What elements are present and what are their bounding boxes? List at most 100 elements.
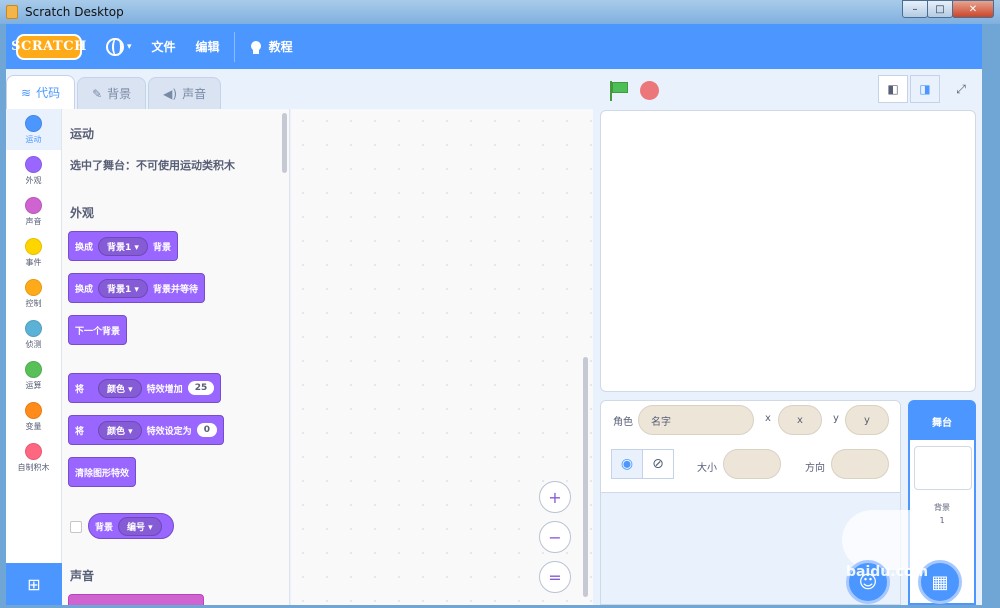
- zoom-in-icon: +: [548, 487, 562, 507]
- tab-sounds-label: 声音: [182, 87, 207, 101]
- backdrop-dropdown[interactable]: 背景1 ▾: [98, 236, 148, 256]
- window-title: Scratch Desktop: [25, 5, 124, 19]
- category-motion[interactable]: 运动: [6, 109, 61, 150]
- block-categories: 运动 外观 声音 事件 控制 侦测 运算 变量 自制积木 ⊞: [6, 109, 62, 605]
- next-backdrop-block[interactable]: 下一个背景: [68, 315, 128, 345]
- show-sprite-button[interactable]: ◉: [611, 449, 643, 479]
- category-label: 运动: [25, 134, 42, 144]
- add-extension-button[interactable]: ⊞: [6, 563, 62, 605]
- direction-input[interactable]: [831, 449, 889, 479]
- effect-dropdown[interactable]: 颜色 ▾: [98, 420, 142, 440]
- tutorials-menu[interactable]: 教程: [239, 24, 303, 69]
- stage-canvas[interactable]: [600, 110, 976, 392]
- backdrop-dropdown[interactable]: 背景1 ▾: [98, 278, 148, 298]
- block-text: 背景: [95, 522, 114, 533]
- zoom-in-button[interactable]: +: [539, 481, 571, 513]
- category-operators[interactable]: 运算: [6, 355, 61, 396]
- set-effect-block[interactable]: 将 颜色 ▾ 特效设定为 0: [68, 415, 224, 445]
- small-stage-button[interactable]: ◧: [878, 75, 908, 103]
- motion-unavailable-note: 选中了舞台：不可使用运动类积木: [70, 159, 235, 172]
- switch-backdrop-and-wait-block[interactable]: 换成 背景1 ▾ 背景并等待: [68, 273, 205, 303]
- menu-divider: [233, 31, 235, 62]
- language-menu[interactable]: ▾: [96, 24, 142, 69]
- category-sensing[interactable]: 侦测: [6, 314, 61, 355]
- change-effect-block[interactable]: 将 颜色 ▾ 特效增加 25: [68, 373, 222, 403]
- stage-thumbnail[interactable]: [914, 446, 972, 490]
- block-text: 背景并等待: [152, 284, 198, 295]
- hide-sprite-button[interactable]: ⊘: [642, 449, 674, 479]
- extension-icon: ⊞: [27, 574, 41, 594]
- category-label: 事件: [25, 257, 42, 267]
- sound-section-title: 声音: [70, 569, 95, 583]
- minimize-button[interactable]: –: [902, 0, 928, 18]
- category-variables[interactable]: 变量: [6, 396, 61, 437]
- category-dot: [25, 278, 42, 296]
- x-label: x: [765, 413, 771, 424]
- window-titlebar: Scratch Desktop – □ ✕: [0, 0, 1000, 24]
- workspace-scrollbar[interactable]: [583, 357, 588, 597]
- category-control[interactable]: 控制: [6, 273, 61, 314]
- backdrop-number-checkbox[interactable]: [70, 521, 82, 533]
- effect-dropdown[interactable]: 颜色 ▾: [98, 378, 142, 398]
- zoom-out-button[interactable]: −: [539, 521, 571, 553]
- globe-icon: [106, 37, 124, 56]
- green-flag-button[interactable]: [608, 81, 630, 101]
- edit-menu[interactable]: 编辑: [186, 24, 230, 69]
- effect-amount-input[interactable]: 25: [187, 381, 215, 395]
- block-text: 背景: [152, 242, 171, 253]
- script-workspace[interactable]: + − =: [291, 109, 593, 605]
- backdrop-number-reporter[interactable]: 背景 编号 ▾: [88, 513, 174, 539]
- palette-scrollbar[interactable]: [282, 113, 287, 173]
- block-text: 清除图形特效: [75, 468, 130, 479]
- category-sound[interactable]: 声音: [6, 191, 61, 232]
- category-label: 外观: [25, 175, 42, 185]
- tab-backdrops-label: 背景: [107, 87, 132, 101]
- close-button[interactable]: ✕: [952, 0, 994, 18]
- sprite-info: 角色 名字 x x y y ◉ ⊘ 大小 方向: [601, 401, 900, 493]
- large-stage-button[interactable]: ◨: [910, 75, 940, 103]
- file-menu[interactable]: 文件: [142, 24, 186, 69]
- maximize-button[interactable]: □: [927, 0, 953, 18]
- image-icon: ▦: [931, 571, 949, 593]
- category-dot: [25, 114, 42, 132]
- effect-value-input[interactable]: 0: [196, 423, 217, 437]
- zoom-reset-button[interactable]: =: [539, 561, 571, 593]
- clear-effects-block[interactable]: 清除图形特效: [68, 457, 137, 487]
- category-looks[interactable]: 外观: [6, 150, 61, 191]
- size-input[interactable]: [723, 449, 781, 479]
- sprite-name-input[interactable]: 名字: [638, 405, 754, 435]
- category-dot: [25, 319, 42, 337]
- tab-code-label: 代码: [36, 86, 61, 100]
- scratch-logo[interactable]: SCRATCH: [11, 33, 86, 60]
- block-text: 换成: [75, 284, 94, 295]
- tab-code[interactable]: ≋ 代码: [6, 75, 76, 109]
- category-dot: [25, 196, 42, 214]
- menu-bar: SCRATCH ▾ 文件 编辑 教程: [6, 24, 982, 69]
- category-label: 自制积木: [17, 462, 50, 472]
- stop-button[interactable]: [640, 81, 659, 100]
- direction-label: 方向: [805, 463, 825, 474]
- block-text: 将: [75, 426, 85, 437]
- category-events[interactable]: 事件: [6, 232, 61, 273]
- block-text: 将: [75, 384, 85, 395]
- tab-sounds[interactable]: ◀) 声音: [148, 77, 222, 109]
- editor-main: ≋ 代码 ✎ 背景 ◀) 声音 运动 外观 声音 事件 控制 侦测 运算 变量 …: [6, 69, 982, 605]
- fullscreen-icon: ⤢: [956, 81, 966, 96]
- sound-block-partial[interactable]: [68, 594, 204, 605]
- small-stage-icon: ◧: [887, 82, 899, 96]
- switch-backdrop-block[interactable]: 换成 背景1 ▾ 背景: [68, 231, 178, 261]
- tab-backdrops[interactable]: ✎ 背景: [77, 77, 147, 109]
- zoom-out-icon: −: [548, 527, 562, 547]
- eye-icon: ◉: [620, 456, 634, 472]
- scratch-app-icon: [6, 5, 18, 19]
- y-input[interactable]: y: [845, 405, 889, 435]
- motion-section-title: 运动: [70, 127, 95, 141]
- fullscreen-button[interactable]: ⤢: [946, 75, 976, 103]
- chevron-down-icon: ▾: [127, 41, 132, 52]
- block-text: 换成: [75, 242, 94, 253]
- x-input[interactable]: x: [778, 405, 822, 435]
- number-name-dropdown[interactable]: 编号 ▾: [118, 516, 162, 536]
- brush-icon: ✎: [92, 86, 103, 101]
- block-text: 特效增加: [146, 384, 183, 395]
- category-my-blocks[interactable]: 自制积木: [6, 437, 61, 478]
